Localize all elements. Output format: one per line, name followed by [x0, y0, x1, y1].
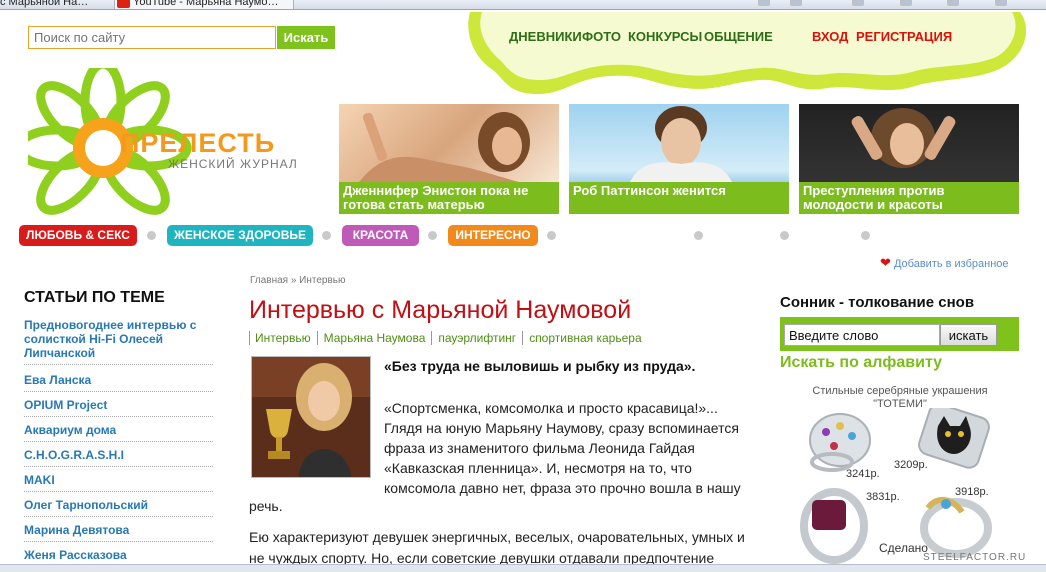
related-article-link[interactable]: Олег Тарнопольский [24, 498, 213, 517]
ad-price: 3241р. [846, 468, 880, 480]
site-search-button[interactable]: Искать [277, 26, 335, 49]
toolbar-icon[interactable] [852, 0, 864, 6]
toolbar-icon[interactable] [758, 0, 770, 6]
featured-card[interactable]: Роб Паттинсон женится [569, 104, 789, 214]
category-separator [780, 231, 789, 240]
toolbar-icon[interactable] [995, 0, 1007, 6]
add-favorite-label: Добавить в избранное [893, 258, 1009, 270]
category-kids[interactable]: ДЕТИ [801, 225, 852, 246]
nav-photo[interactable]: ФОТО [582, 29, 621, 44]
article-photo-image [252, 357, 370, 477]
related-article-link[interactable]: Предновогоднее интервью с солисткой Hi-F… [24, 318, 213, 365]
tag-link[interactable]: Марьяна Наумова [316, 331, 432, 345]
featured-title: Дженнифер Энистон пока не готова стать м… [339, 182, 559, 214]
article-paragraph: Ею характеризуют девушек энергичных, вес… [249, 529, 745, 566]
logo-brand: ПРЕЛЕСТЬ [120, 128, 276, 158]
alphabet-search-link[interactable]: Искать по алфавиту [780, 354, 942, 372]
category-interesting[interactable]: ИНТЕРЕСНО [448, 225, 538, 246]
related-article-link[interactable]: OPIUM Project [24, 398, 213, 417]
category-separator [547, 231, 556, 240]
login-link[interactable]: ВХОД [812, 29, 848, 44]
article-paragraph-continuation: речь. [249, 498, 283, 514]
cat-ring-icon [918, 408, 990, 469]
logo-subtitle: ЖЕНСКИЙ ЖУРНАЛ [168, 157, 298, 171]
site-search-input[interactable] [28, 26, 276, 49]
featured-photo [851, 108, 956, 168]
ad-price: 3209р. [894, 459, 928, 471]
category-separator [694, 231, 703, 240]
featured-photo [359, 112, 530, 182]
article-title: Интервью с Марьяной Наумовой [249, 296, 632, 324]
ring-icon [800, 488, 868, 564]
related-articles-title: СТАТЬИ ПО ТЕМЕ [24, 289, 165, 306]
ad-price: 3831р. [866, 491, 900, 503]
toolbar-icon[interactable] [947, 0, 959, 6]
category-home[interactable]: УЮТНЫЙ ДОМ [882, 225, 987, 246]
related-article-link[interactable]: Аквариум дома [24, 423, 213, 442]
toolbar-icon[interactable] [790, 0, 802, 6]
heart-icon: ❤ [880, 255, 891, 270]
add-favorite-link[interactable]: ❤ Добавить в избранное [880, 255, 1009, 271]
category-separator [147, 231, 156, 240]
featured-title: Преступления против молодости и красоты [799, 182, 1019, 214]
category-health[interactable]: ЖЕНСКОЕ ЗДОРОВЬЕ [167, 225, 313, 246]
tag-link[interactable]: спортивная карьера [522, 331, 648, 345]
featured-photo [629, 106, 733, 184]
category-separator [861, 231, 870, 240]
top-nav-background [468, 12, 1027, 94]
browser-tab[interactable]: с Марьяной На… [0, 0, 110, 9]
article-tags: Интервью Марьяна Наумова пауэрлифтинг спорт… [249, 331, 648, 345]
related-article-link[interactable]: C.H.O.G.R.A.S.H.I [24, 448, 213, 467]
browser-tab-label: YouTube - Марьяна Наумо… [133, 0, 279, 8]
dream-search-button[interactable]: искать [940, 324, 997, 346]
category-separator [428, 231, 437, 240]
nav-diaries[interactable]: ДНЕВНИКИ [509, 29, 582, 44]
related-article-link[interactable]: MAKI [24, 473, 213, 492]
dream-search-input[interactable] [784, 324, 940, 346]
featured-title: Роб Паттинсон женится [569, 182, 789, 214]
related-article-link[interactable]: Марина Девятова [24, 523, 213, 542]
category-love[interactable]: ЛЮБОВЬ & СЕКС [19, 225, 137, 246]
nav-communication[interactable]: ОБЩЕНИЕ [704, 29, 773, 44]
breadcrumb[interactable]: Главная » Интервью [250, 275, 346, 286]
browser-tab-label: с Марьяной На… [0, 0, 89, 8]
tag-link[interactable]: пауэрлифтинг [431, 331, 523, 345]
related-article-link[interactable]: Ева Ланска [24, 373, 213, 392]
ring-icon [809, 413, 871, 472]
tag-link[interactable]: Интервью [249, 331, 317, 345]
category-fashion[interactable]: МОДА [715, 225, 771, 246]
site-logo[interactable]: ПРЕЛЕСТЬ ЖЕНСКИЙ ЖУРНАЛ [28, 68, 328, 216]
category-cooking[interactable]: ГОТОВИМ ДОМА [568, 225, 685, 246]
featured-card[interactable]: Преступления против молодости и красоты [799, 104, 1019, 214]
register-link[interactable]: РЕГИСТРАЦИЯ [856, 29, 952, 44]
featured-card[interactable]: Дженнифер Энистон пока не готова стать м… [339, 104, 559, 214]
article-paragraph: «Спортсменка, комсомолка и просто красав… [384, 400, 741, 496]
browser-status-bar [0, 564, 1046, 572]
article-photo [251, 356, 371, 478]
ad-price: 3918р. [955, 486, 989, 498]
dream-book-title: Сонник - толкование снов [780, 294, 975, 311]
browser-tab[interactable]: YouTube - Марьяна Наумо… [114, 0, 294, 9]
ad-note: Сделано [879, 541, 928, 555]
nav-contests[interactable]: КОНКУРСЫ [628, 29, 702, 44]
toolbar-icon[interactable] [900, 0, 912, 6]
youtube-icon [117, 0, 130, 8]
ring-icon [920, 496, 992, 558]
watermark: STEELFACTOR.RU [923, 552, 1027, 563]
article-lead: «Без труда не выловишь и рыбку из пруда»… [384, 358, 696, 374]
category-beauty[interactable]: КРАСОТА [342, 225, 419, 246]
category-separator [322, 231, 331, 240]
